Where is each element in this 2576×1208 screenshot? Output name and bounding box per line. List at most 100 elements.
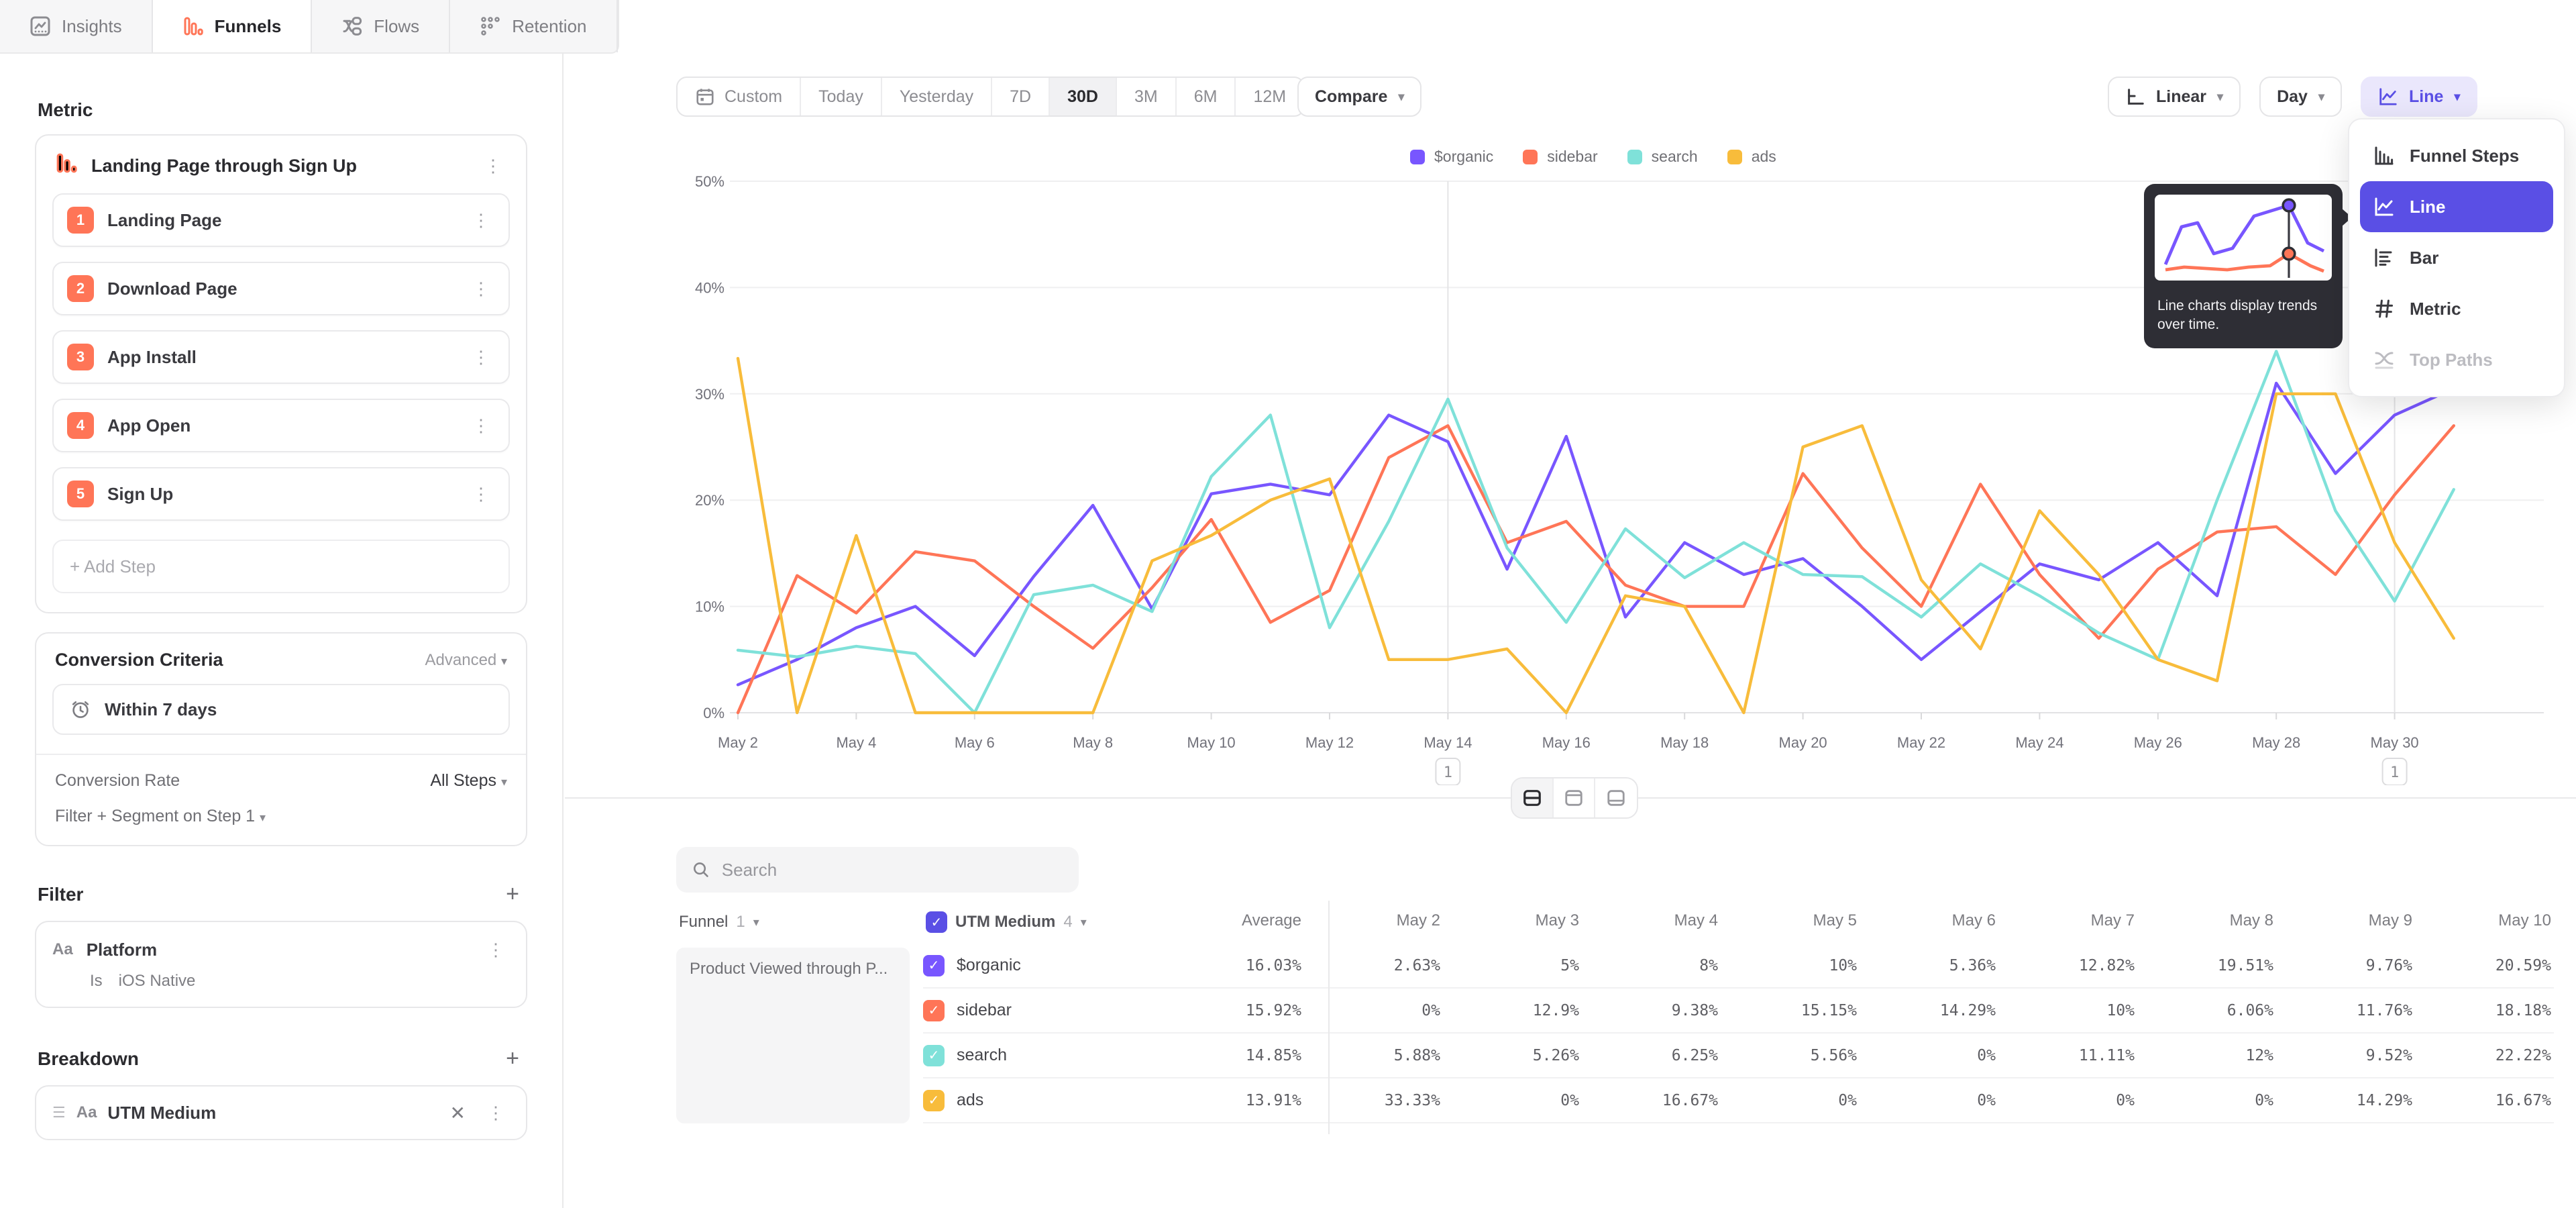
legend-item-sidebar[interactable]: sidebar [1523, 148, 1597, 166]
filter-segment-dropdown[interactable]: Filter + Segment on Step 1 ▾ [36, 793, 526, 845]
drag-handle-icon[interactable]: ☰ [52, 1104, 66, 1121]
conversion-rate-dropdown[interactable]: All Steps ▾ [430, 771, 507, 791]
range-6m[interactable]: 6M [1177, 78, 1236, 115]
kebab-menu-icon[interactable]: ⋮ [467, 346, 495, 368]
add-filter-button[interactable]: + [500, 881, 525, 907]
series-line-search[interactable] [738, 351, 2454, 713]
y-tick-label: 0% [703, 705, 724, 721]
legend-item-search[interactable]: search [1627, 148, 1698, 166]
tab-insights[interactable]: Insights [0, 0, 153, 52]
menu-item-line[interactable]: Line [2360, 181, 2553, 232]
checkbox-checked-icon[interactable]: ✓ [926, 911, 947, 933]
split-view-toggle[interactable] [1512, 778, 1554, 817]
advanced-dropdown[interactable]: Advanced ▾ [425, 651, 507, 670]
filter-operator[interactable]: Is [90, 972, 103, 991]
y-tick-label: 40% [695, 279, 724, 296]
funnel-selector-dropdown[interactable]: Funnel1▾ [676, 901, 923, 944]
granularity-dropdown[interactable]: Day ▾ [2259, 77, 2342, 117]
legend-item-ads[interactable]: ads [1727, 148, 1776, 166]
kebab-menu-icon[interactable]: ⋮ [479, 154, 507, 177]
table-value: 2.63% [1304, 944, 1443, 989]
view-toggle-group [1511, 777, 1638, 819]
search-input[interactable] [722, 860, 1063, 880]
table-view-toggle[interactable] [1595, 778, 1637, 817]
filter-heading: Filter [38, 884, 83, 905]
series-checkbox[interactable]: ✓ [923, 1000, 945, 1021]
filter-platform-card: Aa Platform ⋮ Is iOS Native [35, 921, 527, 1008]
add-step-button[interactable]: + Add Step [52, 540, 510, 593]
series-checkbox[interactable]: ✓ [923, 1090, 945, 1111]
column-header[interactable]: May 3 [1443, 901, 1582, 944]
add-breakdown-button[interactable]: + [500, 1046, 525, 1072]
kebab-menu-icon[interactable]: ⋮ [482, 938, 510, 961]
column-header[interactable]: May 5 [1721, 901, 1860, 944]
range-yesterday[interactable]: Yesterday [882, 78, 992, 115]
chart-legend: $organic sidebar search ads [1410, 148, 1776, 166]
chart-view-toggle[interactable] [1554, 778, 1595, 817]
series-line-ads[interactable] [738, 358, 2454, 713]
table-value: 5.56% [1721, 1034, 1860, 1078]
column-header[interactable]: May 2 [1304, 901, 1443, 944]
range-12m[interactable]: 12M [1236, 78, 1303, 115]
breakdown-selector-dropdown[interactable]: ✓UTM Medium4▾ [923, 901, 1159, 944]
scale-dropdown[interactable]: Linear ▾ [2108, 77, 2241, 117]
compare-button[interactable]: Compare ▾ [1297, 77, 1421, 117]
column-header[interactable]: Average [1159, 901, 1304, 944]
kebab-menu-icon[interactable]: ⋮ [467, 277, 495, 300]
table-value: 6.06% [2137, 989, 2276, 1034]
linear-axis-icon [2125, 87, 2145, 107]
column-header[interactable]: May 8 [2137, 901, 2276, 944]
funnel-step-3[interactable]: 3 App Install ⋮ [52, 330, 510, 384]
tab-retention[interactable]: Retention [450, 0, 617, 52]
table-row-ads[interactable]: ✓ads [923, 1078, 1159, 1123]
range-7d[interactable]: 7D [992, 78, 1050, 115]
tab-funnels[interactable]: Funnels [153, 0, 313, 52]
funnel-step-4[interactable]: 4 App Open ⋮ [52, 399, 510, 452]
y-tick-label: 50% [695, 173, 724, 190]
table-row-search[interactable]: ✓search [923, 1034, 1159, 1078]
range-30d[interactable]: 30D [1050, 78, 1117, 115]
range-3m[interactable]: 3M [1117, 78, 1177, 115]
step-number-badge: 4 [67, 412, 94, 439]
tab-flows[interactable]: Flows [312, 0, 450, 52]
text-property-icon: Aa [76, 1103, 97, 1122]
funnels-icon [182, 15, 204, 37]
funnel-step-1[interactable]: 1 Landing Page ⋮ [52, 193, 510, 247]
filter-value[interactable]: iOS Native [119, 972, 196, 991]
kebab-menu-icon[interactable]: ⋮ [482, 1101, 510, 1124]
table-row-organic[interactable]: ✓$organic [923, 944, 1159, 989]
series-line-organic[interactable] [738, 383, 2454, 685]
filter-property-row[interactable]: Aa Platform ⋮ [36, 922, 526, 966]
annotation-badge-label: 1 [1444, 764, 1452, 781]
funnel-metric-card: Landing Page through Sign Up ⋮ 1 Landing… [35, 134, 527, 613]
table-row-sidebar[interactable]: ✓sidebar [923, 989, 1159, 1034]
column-header[interactable]: May 7 [1998, 901, 2137, 944]
column-header[interactable]: May 9 [2276, 901, 2415, 944]
column-header[interactable]: May 4 [1582, 901, 1721, 944]
kebab-menu-icon[interactable]: ⋮ [467, 414, 495, 437]
range-custom[interactable]: Custom [678, 78, 801, 115]
funnel-step-5[interactable]: 5 Sign Up ⋮ [52, 467, 510, 521]
step-number-badge: 3 [67, 344, 94, 370]
menu-item-funnel-steps[interactable]: Funnel Steps [2360, 130, 2553, 181]
kebab-menu-icon[interactable]: ⋮ [467, 483, 495, 505]
menu-item-bar[interactable]: Bar [2360, 232, 2553, 283]
breakdown-heading: Breakdown [38, 1048, 139, 1070]
range-today[interactable]: Today [801, 78, 882, 115]
breakdown-property-row[interactable]: ☰ Aa UTM Medium ✕ ⋮ [36, 1087, 526, 1139]
series-checkbox[interactable]: ✓ [923, 955, 945, 976]
legend-item-organic[interactable]: $organic [1410, 148, 1493, 166]
funnel-step-2[interactable]: 2 Download Page ⋮ [52, 262, 510, 315]
remove-breakdown-icon[interactable]: ✕ [445, 1102, 471, 1124]
column-header[interactable]: May 6 [1860, 901, 1998, 944]
menu-item-metric[interactable]: Metric [2360, 283, 2553, 334]
table-value: 33.33% [1304, 1078, 1443, 1123]
chart-type-dropdown[interactable]: Line ▾ [2361, 77, 2477, 117]
kebab-menu-icon[interactable]: ⋮ [467, 209, 495, 232]
column-header[interactable]: May 10 [2415, 901, 2554, 944]
conversion-window-button[interactable]: Within 7 days [52, 684, 510, 735]
series-checkbox[interactable]: ✓ [923, 1045, 945, 1066]
table-value: 0% [1860, 1078, 1998, 1123]
funnel-group-cell[interactable]: Product Viewed through P... [676, 948, 910, 1123]
x-tick-label: May 18 [1660, 734, 1709, 751]
